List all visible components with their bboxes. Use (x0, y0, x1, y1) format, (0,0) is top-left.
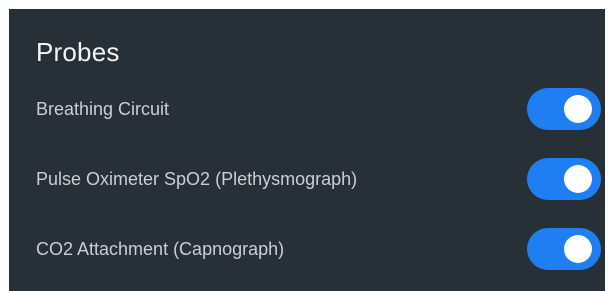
toggle-knob (564, 235, 592, 263)
probe-row-pulse-oximeter: Pulse Oximeter SpO2 (Plethysmograph) (9, 158, 605, 202)
probe-label-pulse-oximeter: Pulse Oximeter SpO2 (Plethysmograph) (36, 169, 358, 189)
toggle-knob (564, 165, 592, 193)
probe-row-breathing-circuit: Breathing Circuit (9, 88, 605, 132)
toggle-knob (564, 95, 592, 123)
probes-panel: Probes Breathing Circuit Pulse Oximeter … (9, 9, 605, 291)
pulse-oximeter-toggle[interactable] (527, 158, 601, 200)
breathing-circuit-toggle[interactable] (527, 88, 601, 130)
panel-title: Probes (36, 37, 120, 67)
probe-label-breathing-circuit: Breathing Circuit (36, 99, 170, 119)
probe-row-co2-attachment: CO2 Attachment (Capnograph) (9, 228, 605, 272)
probe-label-co2-attachment: CO2 Attachment (Capnograph) (36, 239, 285, 259)
co2-attachment-toggle[interactable] (527, 228, 601, 270)
